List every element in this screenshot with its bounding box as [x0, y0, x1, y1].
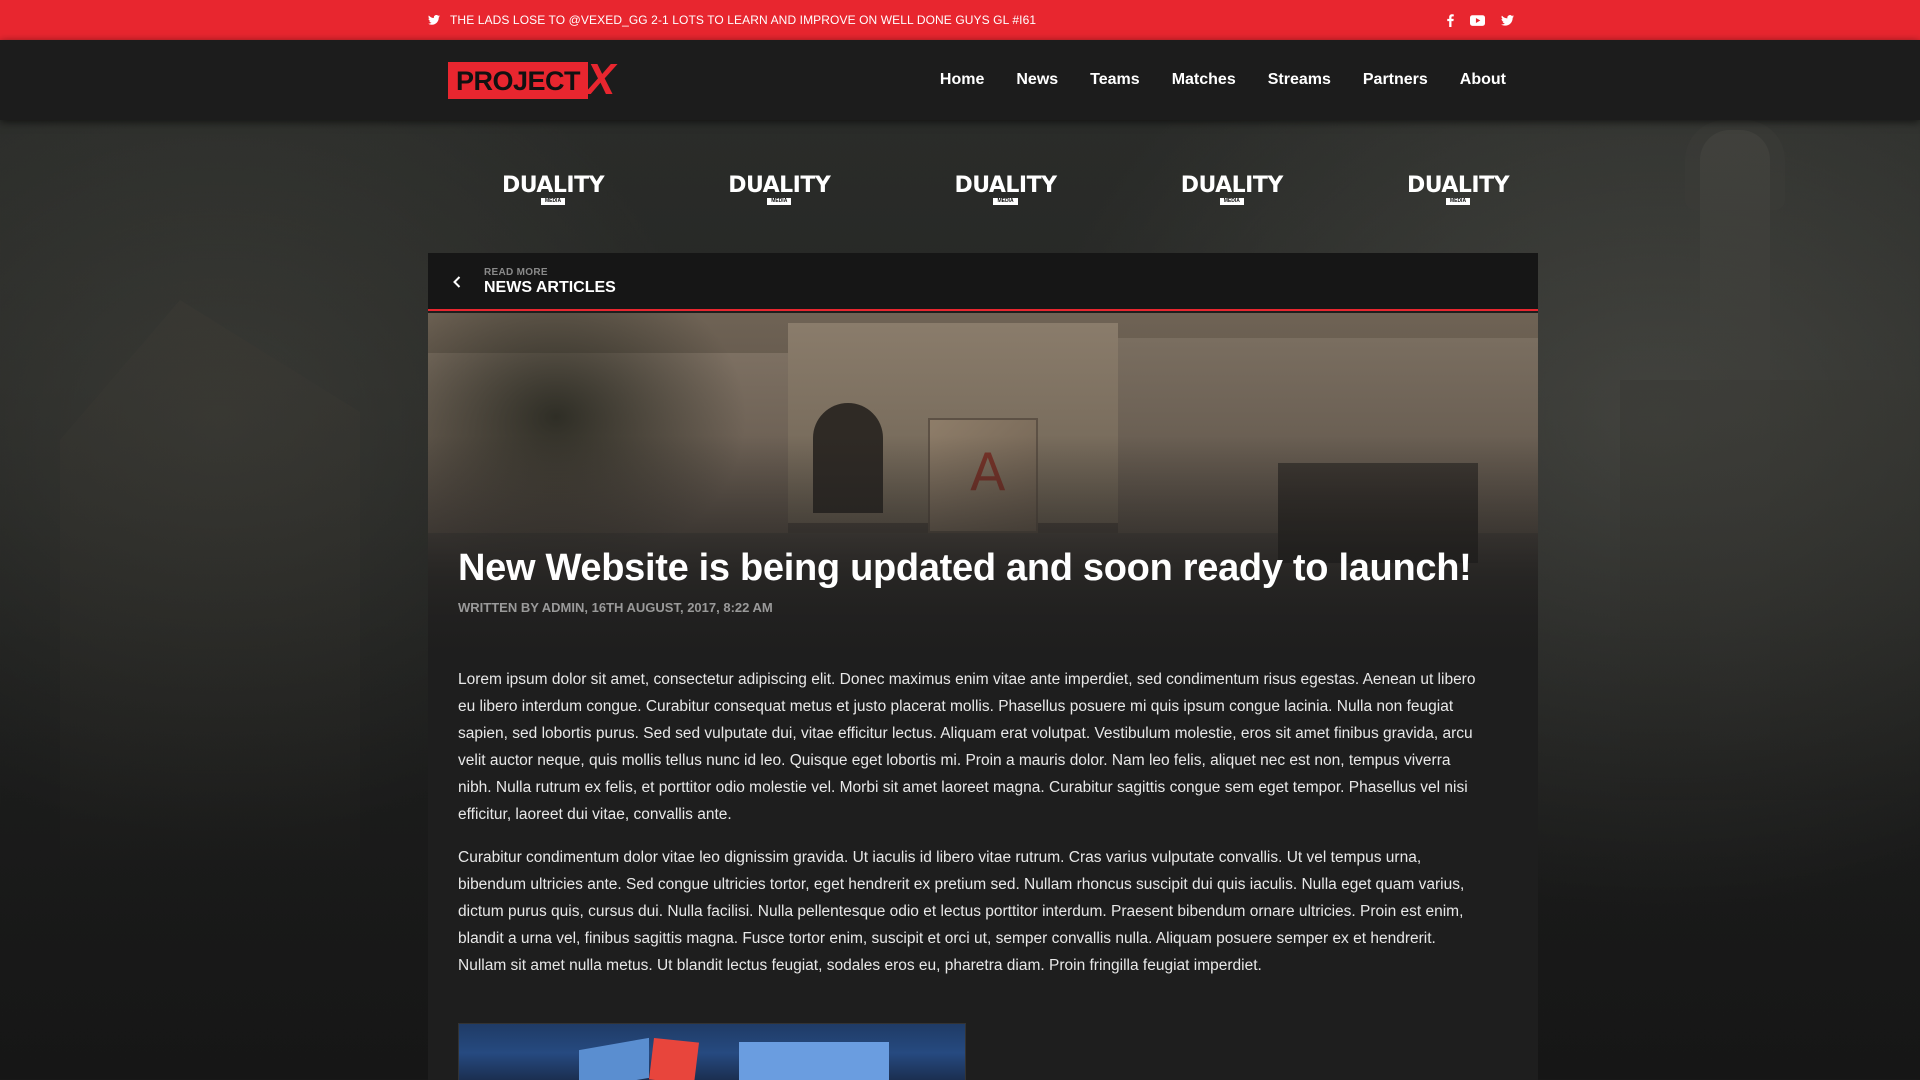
article-inline-image [458, 1023, 966, 1080]
logo-x-mark: X [586, 55, 616, 104]
sponsor-sub: MEDIA [767, 198, 792, 205]
sponsor-sub: MEDIA [1445, 198, 1471, 205]
article-paragraph: Lorem ipsum dolor sit amet, consectetur … [458, 671, 1476, 823]
twitter-icon [428, 15, 440, 25]
logo-wordmark: PROJECT [448, 61, 589, 99]
article-back-bar[interactable]: READ MORE NEWS ARTICLES [428, 253, 1538, 311]
nav-partners[interactable]: Partners [1363, 71, 1428, 89]
sponsor-sub: MEDIA [1219, 198, 1244, 205]
sponsor-logo[interactable]: DUALITY MEDIA [1172, 175, 1292, 205]
site-header: PROJECT X Home News Teams Matches Stream… [0, 40, 1920, 120]
news-articles-link[interactable]: NEWS ARTICLES [484, 279, 616, 297]
nav-about[interactable]: About [1460, 71, 1506, 89]
article-paragraph: Curabitur condimentum dolor vitae leo di… [458, 849, 1465, 974]
article-title: New Website is being updated and soon re… [458, 547, 1472, 589]
sponsor-logo[interactable]: DUALITY MEDIA [493, 175, 613, 205]
sponsor-logo[interactable]: DUALITY MEDIA [946, 175, 1066, 205]
sponsor-strip: DUALITY MEDIA DUALITY MEDIA DUALITY MEDI… [428, 150, 1538, 230]
sponsor-sub: MEDIA [993, 198, 1018, 205]
social-links [1447, 0, 1514, 40]
background-building-right [1620, 380, 1920, 800]
nav-matches[interactable]: Matches [1172, 71, 1236, 89]
sponsor-logo[interactable]: DUALITY MEDIA [1398, 175, 1518, 205]
sponsor-name: DUALITY [501, 173, 605, 198]
nav-home[interactable]: Home [940, 71, 984, 89]
youtube-icon[interactable] [1470, 14, 1485, 26]
sponsor-name: DUALITY [728, 173, 831, 198]
read-more-label: READ MORE [484, 267, 548, 278]
sponsor-name: DUALITY [1406, 173, 1510, 198]
twitter-icon[interactable] [1501, 14, 1514, 26]
chevron-left-icon[interactable] [450, 273, 464, 291]
sponsor-sub: MEDIA [540, 198, 566, 205]
nav-streams[interactable]: Streams [1268, 71, 1331, 89]
article-meta: WRITTEN BY ADMIN, 16TH AUGUST, 2017, 8:2… [458, 600, 773, 615]
article-body: Lorem ipsum dolor sit amet, consectetur … [458, 666, 1478, 995]
main-nav: Home News Teams Matches Streams Partners… [940, 40, 1506, 120]
sponsor-name: DUALITY [954, 173, 1057, 198]
latest-tweet[interactable]: THE LADS LOSE TO @VEXED_GG 2-1 LOTS TO L… [428, 0, 1036, 40]
tweet-text: THE LADS LOSE TO @VEXED_GG 2-1 LOTS TO L… [450, 13, 1037, 27]
nav-news[interactable]: News [1016, 71, 1058, 89]
background-building-left [60, 300, 360, 860]
sponsor-logo[interactable]: DUALITY MEDIA [719, 175, 839, 205]
sponsor-name: DUALITY [1180, 173, 1284, 198]
nav-teams[interactable]: Teams [1090, 71, 1140, 89]
announcement-bar: THE LADS LOSE TO @VEXED_GG 2-1 LOTS TO L… [0, 0, 1920, 40]
facebook-icon[interactable] [1447, 13, 1454, 27]
site-logo[interactable]: PROJECT X [448, 55, 616, 104]
background-tower [1700, 130, 1770, 750]
article-panel: READ MORE NEWS ARTICLES A New Website is… [428, 253, 1538, 1080]
background-tower-top [1685, 120, 1785, 210]
